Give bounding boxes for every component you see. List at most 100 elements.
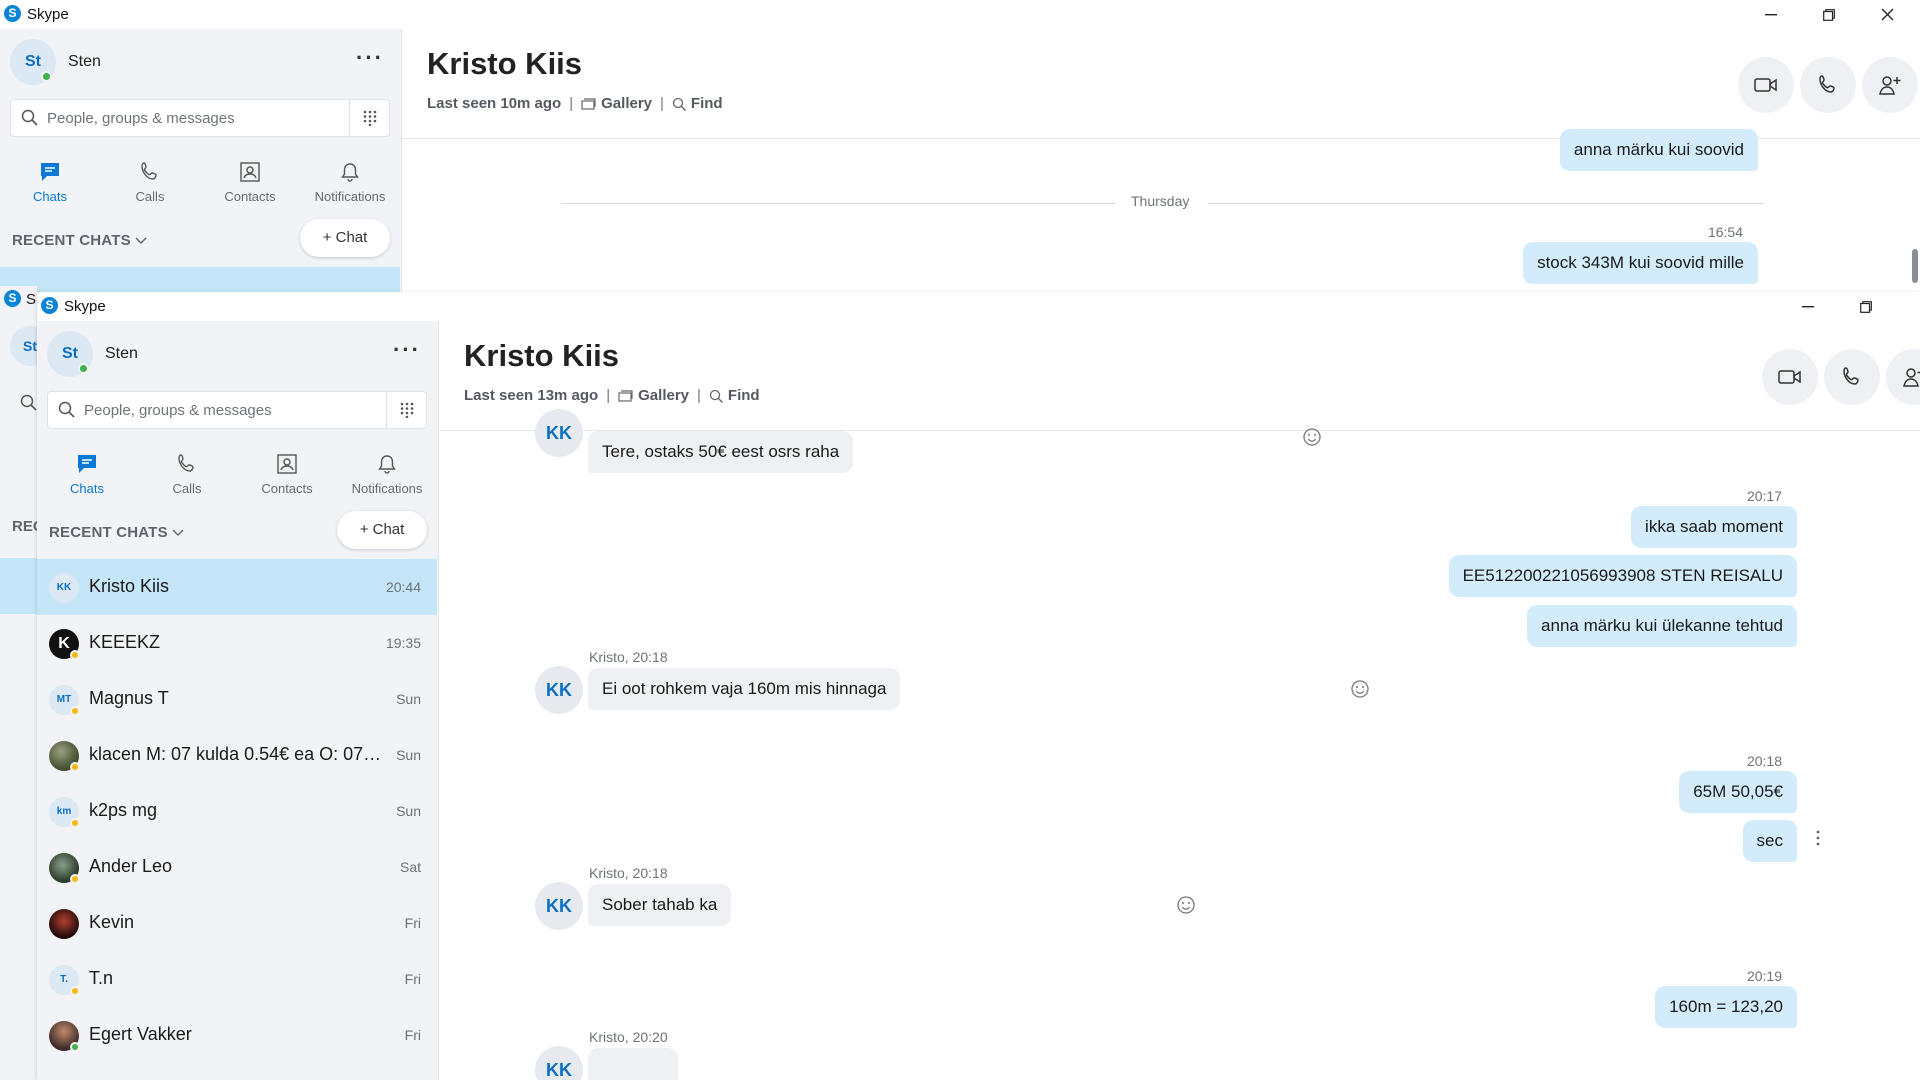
find-link[interactable]: Find (709, 387, 760, 404)
new-chat-button[interactable]: + Chat (300, 219, 390, 257)
tab-calls[interactable]: Calls (100, 147, 200, 227)
front-sidebar: St Sten ··· Chats Calls Contacts (37, 321, 439, 1080)
presence-online-icon (70, 1042, 80, 1052)
app-title: Skype (64, 298, 106, 315)
message-bubble-incoming[interactable]: Sober tahab ka (588, 884, 732, 926)
audio-call-button[interactable] (1800, 57, 1856, 113)
restore-icon (1860, 300, 1872, 313)
gallery-label: Gallery (601, 95, 653, 112)
smiley-icon[interactable] (1302, 427, 1322, 447)
tab-label: Contacts (224, 189, 276, 204)
presence-away-icon (70, 762, 80, 772)
tab-chats[interactable]: Chats (37, 439, 137, 519)
chat-header: Kristo Kiis Last seen 13m ago | Gallery … (440, 321, 1920, 431)
contact-name[interactable]: Kristo Kiis (427, 46, 582, 82)
new-chat-button[interactable]: + Chat (337, 511, 427, 549)
chat-time: 20:44 (385, 579, 421, 595)
message-list[interactable]: anna märku kui soovid Thursday 16:54 sto… (403, 129, 1920, 292)
message-bubble-incoming[interactable]: Ei oot rohkem vaja 160m mis hinnaga (588, 668, 901, 710)
smiley-icon[interactable] (1176, 895, 1196, 915)
close-button[interactable] (1858, 0, 1916, 29)
separator-line (1208, 203, 1763, 204)
tab-chats[interactable]: Chats (0, 147, 100, 227)
gallery-link[interactable]: Gallery (581, 95, 652, 112)
chat-row-ander-leo[interactable]: Ander Leo Sat (37, 839, 437, 895)
restore-button[interactable] (1800, 0, 1858, 29)
message-bubble-outgoing[interactable]: anna märku kui soovid (1559, 129, 1758, 171)
contact-name[interactable]: Kristo Kiis (464, 338, 619, 374)
message-bubble-incoming[interactable]: Tere, ostaks 50€ eest osrs raha (588, 431, 854, 473)
presence-away-icon (70, 874, 80, 884)
message-bubble-outgoing[interactable]: 160m = 123,20 (1655, 986, 1797, 1028)
recent-chats-dropdown[interactable]: RECENT CHATS (12, 232, 147, 249)
message-bubble-outgoing[interactable]: 65M 50,05€ (1679, 771, 1797, 813)
chat-subheader: Last seen 13m ago | Gallery | Find (464, 387, 760, 404)
presence-online-icon (78, 363, 89, 374)
more-options-button[interactable]: ··· (356, 45, 384, 71)
more-options-button[interactable]: ··· (393, 337, 421, 363)
message-bubble-outgoing[interactable]: sec (1742, 820, 1797, 862)
search-input[interactable] (84, 392, 384, 428)
phone-icon (1819, 75, 1835, 93)
chat-row-keeekz[interactable]: K KEEEKZ 19:35 (37, 615, 437, 671)
tab-contacts[interactable]: Contacts (200, 147, 300, 227)
add-people-button[interactable] (1886, 349, 1920, 405)
message-bubble-outgoing[interactable]: ikka saab moment (1631, 506, 1797, 548)
message-bubble-outgoing[interactable]: anna märku kui ülekanne tehtud (1527, 605, 1797, 647)
tab-label: Chats (33, 189, 67, 204)
add-person-icon (1879, 76, 1901, 95)
front-chat-pane: Kristo Kiis Last seen 13m ago | Gallery … (440, 321, 1920, 1080)
app-title: Sk (26, 291, 37, 308)
chat-row-kevin[interactable]: Kevin Fri (37, 895, 437, 951)
tab-label: Calls (135, 189, 165, 204)
chat-row-k2ps-mg[interactable]: km k2ps mg Sun (37, 783, 437, 839)
last-seen: Last seen 10m ago (427, 95, 562, 112)
message-bubble-outgoing[interactable]: EE512200221056993908 STEN REISALU (1448, 555, 1797, 597)
tab-label: Notifications (314, 189, 386, 204)
tab-calls[interactable]: Calls (137, 439, 237, 519)
video-call-button[interactable] (1738, 57, 1794, 113)
sender-name-time: Kristo, 20:20 (589, 1029, 668, 1045)
scrollbar-thumb[interactable] (1912, 249, 1918, 283)
add-people-button[interactable] (1862, 57, 1918, 113)
add-person-icon (1903, 368, 1920, 387)
chat-time: Fri (404, 915, 421, 931)
search-input[interactable] (47, 100, 347, 136)
recent-chats-label: RECENT CHATS (49, 524, 168, 541)
tab-contacts[interactable]: Contacts (237, 439, 337, 519)
username: Sten (105, 345, 138, 362)
gallery-label: Gallery (638, 387, 690, 404)
chat-row-magnus-t[interactable]: MT Magnus T Sun (37, 671, 437, 727)
message-bubble-outgoing[interactable]: stock 343M kui soovid mille (1523, 242, 1758, 284)
minimize-button[interactable] (1779, 292, 1837, 321)
sender-name-time: Kristo, 20:18 (589, 649, 668, 665)
nav-tabs: Chats Calls Contacts Notifications (0, 147, 400, 227)
chat-row-kristo-kiis[interactable]: KK Kristo Kiis 20:44 (37, 559, 437, 615)
chat-row-egert-vakker[interactable]: Egert Vakker Fri (37, 1007, 437, 1063)
smiley-icon[interactable] (1350, 679, 1370, 699)
selected-row-strip (0, 267, 400, 292)
gallery-link[interactable]: Gallery (618, 387, 689, 404)
audio-call-button[interactable] (1824, 349, 1880, 405)
tab-notifications[interactable]: Notifications (300, 147, 400, 227)
dialpad-button[interactable] (386, 392, 426, 428)
search-box[interactable] (10, 99, 390, 137)
message-time: 20:19 (1746, 968, 1782, 984)
tab-notifications[interactable]: Notifications (337, 439, 437, 519)
search-box[interactable] (47, 391, 427, 429)
find-link[interactable]: Find (672, 95, 723, 112)
chat-row-klacen[interactable]: klacen M: 07 kulda 0.54€ ea O: 07… Sun (37, 727, 437, 783)
message-options-icon[interactable] (1815, 830, 1821, 846)
message-bubble-incoming[interactable] (588, 1048, 678, 1080)
divider: | (697, 387, 701, 404)
chat-row-tn[interactable]: T. T.n Fri (37, 951, 437, 1007)
recent-chats-dropdown[interactable]: RECENT CHATS (49, 524, 184, 541)
dialpad-button[interactable] (349, 100, 389, 136)
chat-subheader: Last seen 10m ago | Gallery | Find (427, 95, 723, 112)
find-label: Find (727, 387, 760, 404)
chat-icon (78, 455, 96, 473)
restore-button[interactable] (1837, 292, 1895, 321)
message-list[interactable]: KK Tere, ostaks 50€ eest osrs raha 20:17… (440, 409, 1920, 1080)
minimize-button[interactable] (1742, 0, 1800, 29)
video-call-button[interactable] (1762, 349, 1818, 405)
